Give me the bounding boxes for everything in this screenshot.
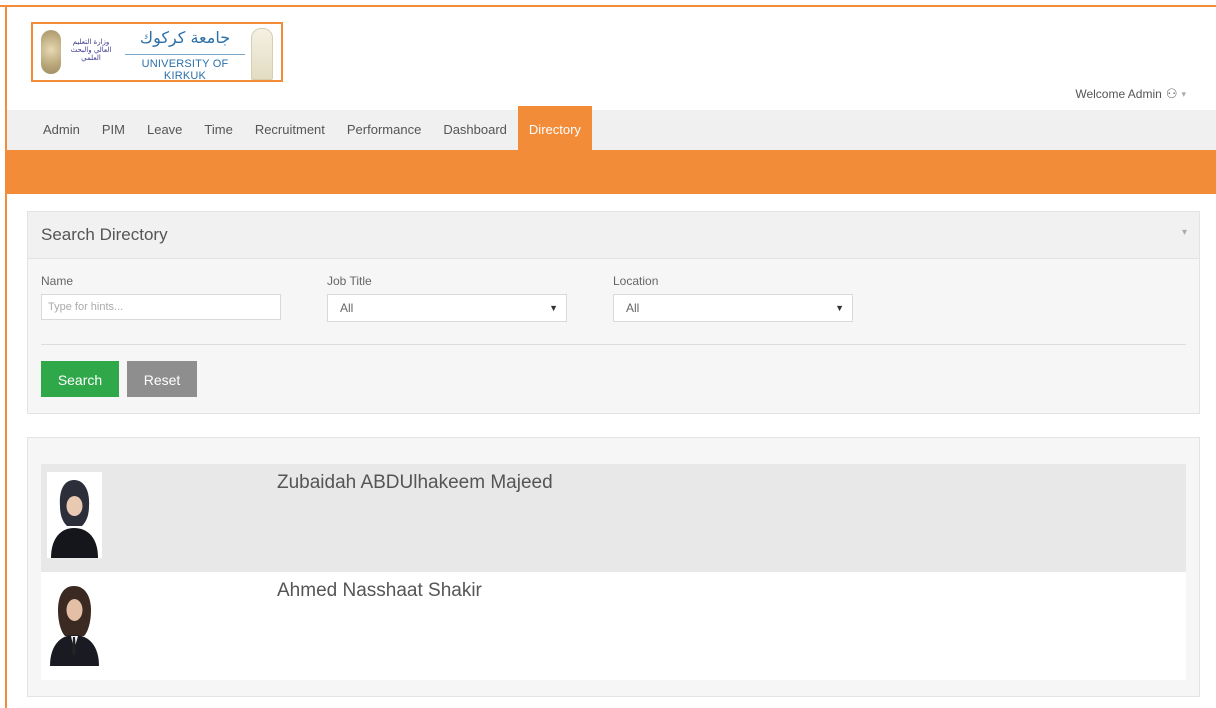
person-avatar-icon [47, 580, 102, 666]
location-field-group: Location All ▼ [613, 274, 853, 322]
chevron-down-icon: ▼ [835, 303, 844, 313]
location-select[interactable]: All ▼ [613, 294, 853, 322]
main-nav: Admin PIM Leave Time Recruitment Perform… [7, 106, 1216, 150]
university-name-english: UNIVERSITY OF KIRKUK [141, 58, 229, 82]
nav-item-recruitment[interactable]: Recruitment [244, 110, 336, 150]
nav-item-performance[interactable]: Performance [336, 110, 432, 150]
form-divider [41, 344, 1186, 345]
nav-item-leave[interactable]: Leave [136, 110, 193, 150]
nav-item-time[interactable]: Time [193, 110, 243, 150]
search-button[interactable]: Search [41, 361, 119, 397]
directory-results: Zubaidah ABDUlhakeem Majeed Ahmed Nassha… [27, 437, 1200, 697]
nav-item-directory[interactable]: Directory [517, 106, 592, 150]
name-input[interactable] [41, 294, 281, 320]
location-value: All [626, 301, 640, 315]
job-title-field-group: Job Title All ▼ [327, 274, 567, 322]
ministry-seal-icon [41, 30, 61, 74]
location-label: Location [613, 274, 659, 288]
university-emblem-icon [251, 28, 273, 80]
logo-divider [125, 54, 245, 55]
person-avatar-icon [47, 472, 102, 558]
name-label: Name [41, 274, 74, 288]
nav-item-pim[interactable]: PIM [91, 110, 136, 150]
reset-button[interactable]: Reset [127, 361, 197, 397]
chevron-down-icon: ▾ [1181, 88, 1186, 99]
employee-name[interactable]: Ahmed Nasshaat Shakir [277, 580, 482, 602]
university-logo[interactable]: وزارة التعليم العالي والبحث العلمي جامعة… [31, 22, 283, 82]
collapse-toggle-icon[interactable]: ▾ [1182, 227, 1187, 238]
list-item[interactable]: Zubaidah ABDUlhakeem Majeed [41, 464, 1186, 572]
job-title-label: Job Title [327, 274, 372, 288]
welcome-menu[interactable]: Welcome Admin ⚇ ▾ [1075, 86, 1186, 102]
nav-item-dashboard[interactable]: Dashboard [432, 110, 518, 150]
panel-header[interactable]: Search Directory ▾ [28, 212, 1199, 259]
chevron-down-icon: ▼ [549, 303, 558, 313]
employee-name[interactable]: Zubaidah ABDUlhakeem Majeed [277, 472, 553, 494]
panel-title: Search Directory [41, 225, 168, 244]
job-title-value: All [340, 301, 354, 315]
sub-nav-bar [7, 150, 1216, 194]
search-directory-panel: Search Directory ▾ Name Job Title All ▼ … [27, 211, 1200, 414]
nav-item-admin[interactable]: Admin [32, 110, 91, 150]
job-title-select[interactable]: All ▼ [327, 294, 567, 322]
name-field-group: Name [41, 274, 281, 320]
welcome-text: Welcome Admin [1075, 87, 1162, 101]
list-item[interactable]: Ahmed Nasshaat Shakir [41, 572, 1186, 680]
university-name-arabic: جامعة كركوك [139, 28, 231, 47]
ministry-text: وزارة التعليم العالي والبحث العلمي [70, 38, 112, 62]
employee-photo[interactable] [47, 472, 102, 558]
employee-photo[interactable] [47, 580, 102, 666]
nav-menu: Admin PIM Leave Time Recruitment Perform… [7, 106, 592, 150]
frame-top-border [0, 5, 1216, 7]
user-icon: ⚇ [1165, 86, 1178, 101]
